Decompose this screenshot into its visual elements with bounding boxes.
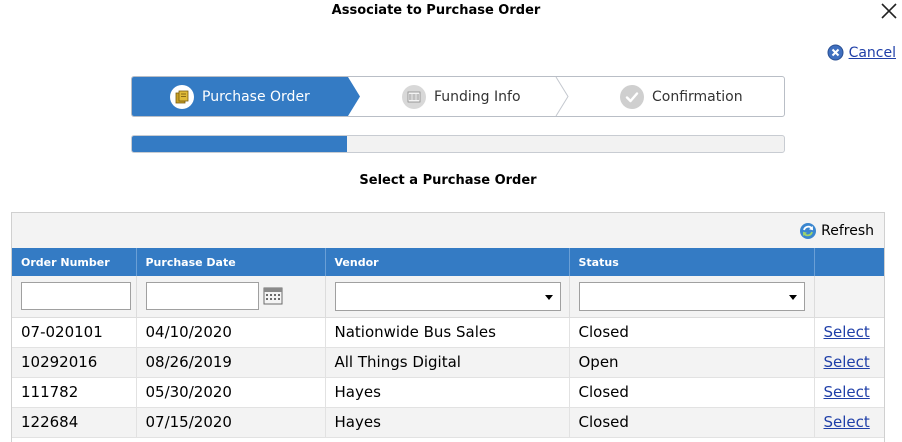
status-cell: Closed [569, 317, 815, 348]
cancel-link-label: Cancel [848, 44, 896, 61]
purchase-date-cell: 08/26/2019 [136, 347, 326, 378]
action-cell: Select [814, 347, 884, 378]
column-header-order-number[interactable]: Order Number [12, 248, 137, 276]
purchase-date-cell: 04/10/2020 [136, 317, 326, 348]
action-cell: Select [814, 317, 884, 348]
progress-fill [132, 136, 348, 152]
step-funding-info[interactable]: Funding Info [402, 77, 521, 116]
column-header-purchase-date[interactable]: Purchase Date [136, 248, 326, 276]
cancel-button[interactable]: Cancel [827, 44, 896, 61]
filter-cell [136, 276, 326, 318]
grid-toolbar: Refresh [12, 213, 884, 248]
refresh-label: Refresh [821, 223, 874, 239]
filter-cell [325, 276, 570, 318]
vendor-cell: All Things Digital [325, 347, 570, 378]
dropdown-arrow-icon [788, 294, 797, 300]
order-number-cell: 122684 [12, 407, 137, 438]
checkmark-icon [620, 84, 644, 109]
column-header-action [814, 248, 884, 276]
purchase-date-filter-input[interactable] [145, 282, 259, 311]
status-cell: Closed [569, 377, 815, 408]
vendor-cell: Hayes [325, 377, 570, 408]
filter-cell [12, 276, 137, 318]
action-cell: Select [814, 407, 884, 438]
dialog-title: Associate to Purchase Order [331, 3, 541, 18]
table-row: 122684 07/15/2020 Hayes Closed Select [12, 407, 884, 438]
purchase-order-grid: Refresh Order Number Purchase Date Vendo… [11, 212, 885, 442]
cancel-circle-icon [827, 44, 844, 61]
calendar-icon[interactable] [263, 287, 283, 305]
column-header-vendor[interactable]: Vendor [325, 248, 570, 276]
refresh-button[interactable]: Refresh [799, 222, 874, 240]
vendor-cell: Nationwide Bus Sales [325, 317, 570, 348]
step-label: Confirmation [652, 88, 743, 105]
dropdown-arrow-icon [544, 294, 553, 300]
order-number-cell: 10292016 [12, 347, 137, 378]
select-link[interactable]: Select [824, 353, 870, 371]
step-label: Purchase Order [202, 88, 310, 105]
order-number-filter-input[interactable] [21, 282, 131, 311]
section-title: Select a Purchase Order [359, 173, 537, 188]
order-number-cell: 111782 [12, 377, 137, 408]
step-confirmation[interactable]: Confirmation [620, 77, 743, 116]
purchase-date-cell: 05/30/2020 [136, 377, 326, 408]
step-purchase-order[interactable]: Purchase Order [170, 77, 310, 116]
vendor-cell: Hayes [325, 407, 570, 438]
filter-cell [814, 276, 884, 318]
close-x-icon [881, 3, 897, 19]
action-cell: Select [814, 377, 884, 408]
table-header-row: Order Number Purchase Date Vendor Status [12, 248, 884, 276]
orders-table: Order Number Purchase Date Vendor Status [12, 248, 884, 438]
status-cell: Open [569, 347, 815, 378]
table-row: 111782 05/30/2020 Hayes Closed Select [12, 377, 884, 408]
purchase-order-icon [170, 84, 194, 109]
vendor-filter-select[interactable] [334, 281, 561, 311]
wizard-steps: Purchase Order Funding Info Confirmation [131, 76, 785, 117]
refresh-icon [800, 223, 817, 239]
wizard-progress-bar [131, 135, 785, 153]
select-link[interactable]: Select [824, 383, 870, 401]
select-link[interactable]: Select [824, 413, 870, 431]
status-cell: Closed [569, 407, 815, 438]
select-link[interactable]: Select [824, 323, 870, 341]
table-row: 10292016 08/26/2019 All Things Digital O… [12, 347, 884, 378]
status-filter-select[interactable] [578, 281, 805, 311]
funding-info-icon [402, 84, 426, 109]
order-number-cell: 07-020101 [12, 317, 137, 348]
step-label: Funding Info [434, 88, 521, 105]
filter-row [12, 276, 884, 318]
purchase-date-cell: 07/15/2020 [136, 407, 326, 438]
column-header-status[interactable]: Status [569, 248, 815, 276]
filter-cell [569, 276, 815, 318]
close-button[interactable] [879, 1, 899, 21]
table-row: 07-020101 04/10/2020 Nationwide Bus Sale… [12, 317, 884, 348]
